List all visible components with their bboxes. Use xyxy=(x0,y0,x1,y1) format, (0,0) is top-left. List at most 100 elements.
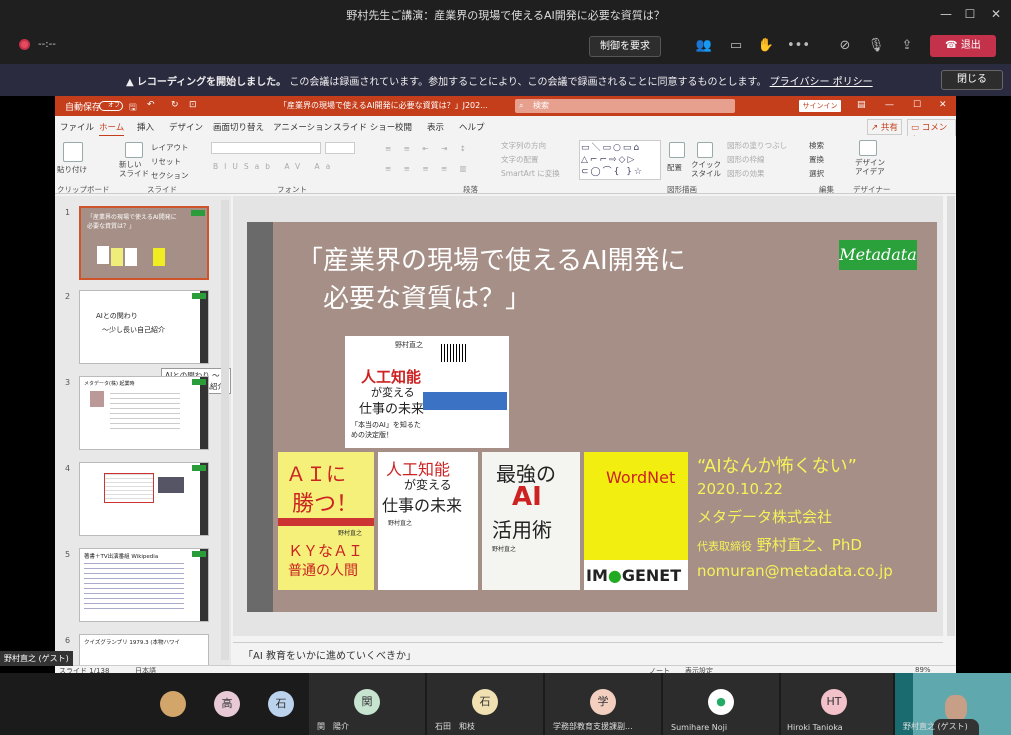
tab-transitions[interactable]: 画面切り替え xyxy=(213,121,264,133)
share-screen-icon[interactable]: ⇪ xyxy=(897,36,917,56)
participant-avatar-5: 学 xyxy=(590,689,616,715)
redo-icon[interactable]: ↻ xyxy=(171,100,179,110)
minimize-icon[interactable]: — xyxy=(936,4,956,24)
find-button[interactable]: 検索 xyxy=(809,140,824,151)
align-text-button[interactable]: 文字の配置 xyxy=(501,154,539,165)
search-box[interactable]: ⌕ 検索 xyxy=(515,99,735,113)
section-button[interactable]: セクション xyxy=(151,170,189,181)
participant-avatar-2[interactable]: 石 xyxy=(268,691,294,717)
notes-text: 「AI 教育をいかに進めていくべきか」 xyxy=(243,651,416,662)
arrange-button[interactable]: 配置 xyxy=(667,162,682,173)
undo-icon[interactable]: ↶ xyxy=(147,100,155,110)
more-actions-icon[interactable]: ••• xyxy=(787,36,810,56)
self-camera-video: 野村直之 (ゲスト) xyxy=(895,673,1011,735)
select-button[interactable]: 選択 xyxy=(809,168,824,179)
present-icon[interactable]: ⊡ xyxy=(189,100,197,110)
font-size-select[interactable] xyxy=(325,142,355,154)
font-family-select[interactable] xyxy=(211,142,321,154)
thumb-number-5: 5 xyxy=(65,550,71,559)
search-icon: ⌕ xyxy=(519,101,524,110)
shape-outline-button[interactable]: 図形の枠線 xyxy=(727,154,765,165)
participant-tile-5[interactable]: 学 学務部教育支援課副... xyxy=(545,673,661,735)
participant-tile-3[interactable]: 関 関 陽介 xyxy=(309,673,425,735)
slide-scrollbar[interactable] xyxy=(947,196,955,636)
thumb-number-4: 4 xyxy=(65,464,71,473)
ppt-minimize-icon[interactable]: — xyxy=(885,100,894,110)
meeting-timer: --:-- xyxy=(38,39,56,50)
autosave-toggle[interactable]: オフ xyxy=(99,101,123,111)
thumb-logo xyxy=(191,210,205,216)
participant-avatar-0[interactable] xyxy=(160,691,186,717)
chat-icon[interactable]: ▭ xyxy=(726,36,746,56)
layout-button[interactable]: レイアウト xyxy=(151,142,189,153)
smartart-button[interactable]: SmartArt に変換 xyxy=(501,168,560,179)
slide-date: 2020.10.22 xyxy=(697,480,783,498)
mic-off-icon[interactable]: 🎙 xyxy=(866,36,886,56)
raise-hand-icon[interactable]: ✋ xyxy=(756,36,776,56)
save-icon[interactable]: 🖫 xyxy=(129,100,137,116)
new-slide-label[interactable]: 新しい スライド xyxy=(119,160,149,178)
thumbnails-scrollbar[interactable] xyxy=(221,200,229,660)
tab-insert[interactable]: 挿入 xyxy=(137,121,154,133)
thumbnail-slide-6[interactable]: クイズグランプリ 1979.3 (本物ハワイ xyxy=(79,634,209,665)
thumbnail-slide-3[interactable]: メタデータ(株) 起業時 xyxy=(79,376,209,450)
ribbon-display-icon[interactable]: ▤ xyxy=(857,100,866,110)
participants-icon[interactable]: 👥 xyxy=(694,36,714,56)
thumb-2-line2: 〜少し長い自己紹介 xyxy=(102,326,165,334)
participant-tile-7[interactable]: HT Hiroki Tanioka xyxy=(781,673,893,735)
participant-avatar-6: ● xyxy=(708,689,734,715)
arrange-icon[interactable] xyxy=(669,142,685,158)
close-icon[interactable]: ✕ xyxy=(986,4,1006,24)
new-slide-icon[interactable] xyxy=(125,142,143,158)
quick-style-button[interactable]: クイック スタイル xyxy=(691,160,721,178)
list-icon[interactable]: ≡ ≡ ⇤ ⇥ ↕ xyxy=(385,144,471,153)
paste-icon[interactable] xyxy=(63,142,83,162)
share-button[interactable]: ↗ 共有 xyxy=(867,119,902,135)
thumb-logo xyxy=(192,465,206,471)
thumb-logo xyxy=(192,379,206,385)
powerpoint-window: 自動保存 オフ 🖫 ↶ ↻ ⊡ 「産業界の現場で使えるAI開発に必要な資質は？」… xyxy=(55,96,956,675)
signin-button[interactable]: サインイン xyxy=(799,100,841,112)
thumbnail-slide-2[interactable]: AIとの関わり 〜少し長い自己紹介 xyxy=(79,290,209,364)
notes-pane[interactable]: 「AI 教育をいかに進めていくべきか」 xyxy=(233,642,943,665)
privacy-policy-link[interactable]: プライバシー ポリシー xyxy=(770,77,873,88)
tab-view[interactable]: 表示 xyxy=(427,121,444,133)
participant-tile-6[interactable]: ● Sumihare Noji xyxy=(663,673,779,735)
editing-group-label: 編集 xyxy=(819,185,834,194)
banner-close-button[interactable]: 閉じる xyxy=(941,70,1003,90)
reset-button[interactable]: リセット xyxy=(151,156,181,167)
camera-off-icon[interactable]: ⊘ xyxy=(835,36,855,56)
tab-design[interactable]: デザイン xyxy=(169,121,203,133)
align-icon[interactable]: ≡ ≡ ≡ ≡ ▥ xyxy=(385,164,472,173)
font-format-buttons[interactable]: BIUSab AV Aa xyxy=(213,162,336,171)
shape-effect-button[interactable]: 図形の効果 xyxy=(727,168,765,179)
designer-button[interactable]: デザイン アイデア xyxy=(855,158,885,176)
leave-button[interactable]: ☎ 退出 xyxy=(930,35,996,57)
font-group-label: フォント xyxy=(277,185,307,194)
book2-line2: が変える xyxy=(404,478,452,492)
tab-help[interactable]: ヘルプ xyxy=(459,121,485,133)
shape-fill-button[interactable]: 図形の塗りつぶし xyxy=(727,140,787,151)
ppt-maximize-icon[interactable]: ☐ xyxy=(913,100,921,110)
thumbnail-slide-5[interactable]: 著書＋TV出演番組 Wikipedia xyxy=(79,548,209,622)
maximize-icon[interactable]: ☐ xyxy=(960,4,980,24)
ppt-close-icon[interactable]: ✕ xyxy=(939,100,947,110)
tab-animations[interactable]: アニメーション xyxy=(273,121,332,133)
quick-style-icon[interactable] xyxy=(697,142,713,158)
text-direction-button[interactable]: 文字列の方向 xyxy=(501,140,546,151)
book-cover-main: 野村直之 人工知能 が変える 仕事の未来 「本当のAI」を知るための決定版！ xyxy=(345,336,509,448)
tab-review[interactable]: 校閲 xyxy=(395,121,412,133)
tab-home[interactable]: ホーム xyxy=(99,121,125,137)
tab-file[interactable]: ファイル xyxy=(60,121,94,133)
replace-button[interactable]: 置換 xyxy=(809,154,824,165)
designer-icon[interactable] xyxy=(859,140,877,156)
participant-tile-4[interactable]: 石 石田 和枝 xyxy=(427,673,543,735)
request-control-button[interactable]: 制御を要求 xyxy=(589,36,661,57)
tab-slideshow[interactable]: スライド ショー xyxy=(333,121,395,133)
participant-avatar-1[interactable]: 高 xyxy=(214,691,240,717)
thumb-logo xyxy=(192,551,206,557)
thumbnail-slide-1[interactable]: 「産業界の現場で使えるAI開発に必要な資質は？」 xyxy=(79,206,209,280)
thumbnail-slide-4[interactable] xyxy=(79,462,209,536)
shapes-gallery[interactable]: ▭＼▭○▭⌂ △⌐⌐⇨◇▷ ⊂◯⌒{ }☆ xyxy=(579,140,661,180)
book-title-c: 仕事の未来 xyxy=(359,402,425,417)
